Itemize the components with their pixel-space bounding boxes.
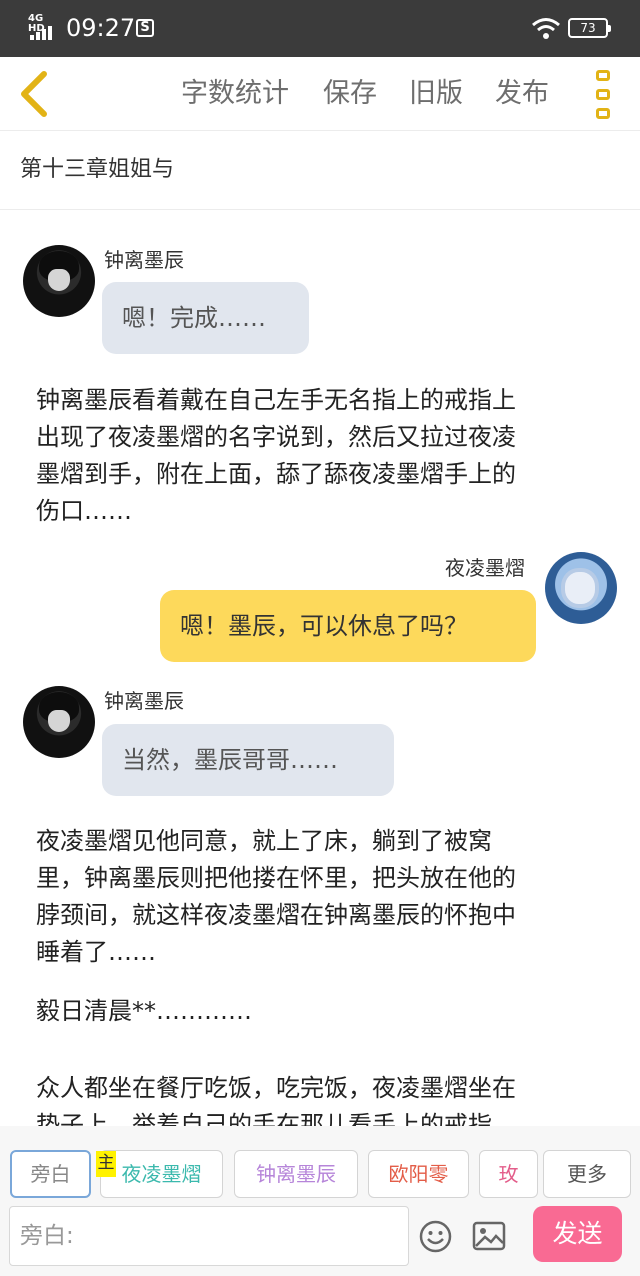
avatar[interactable] <box>545 552 617 624</box>
signal-icon: 4G HD <box>28 14 60 42</box>
emoji-icon[interactable] <box>419 1220 452 1253</box>
narration-line: 钟离墨辰看着戴在自己左手无名指上的戒指上 <box>36 386 516 414</box>
s-icon: S <box>136 19 154 37</box>
image-icon[interactable] <box>472 1221 506 1251</box>
chat-bubble[interactable]: 嗯！完成…… <box>102 282 309 354</box>
narration-block[interactable]: 钟离墨辰看着戴在自己左手无名指上的戒指上 出现了夜凌墨熠的名字说到，然后又拉过夜… <box>36 382 612 530</box>
avatar[interactable] <box>23 686 95 758</box>
wifi-icon <box>532 18 560 39</box>
narration-line: 里，钟离墨辰则把他搂在怀里，把头放在他的 <box>36 864 516 892</box>
narration-block[interactable]: 夜凌墨熠见他同意，就上了床，躺到了被窝 里，钟离墨辰则把他搂在怀里，把头放在他的… <box>36 823 612 971</box>
word-count-button[interactable]: 字数统计 <box>181 75 289 113</box>
status-bar: 4G HD 09:27 S 73 <box>0 0 640 57</box>
avatar[interactable] <box>23 245 95 317</box>
speaker-name: 夜凌墨熠 <box>445 556 525 580</box>
narration-line: 伤口…… <box>36 497 132 525</box>
input-bar: 发送 <box>0 1206 640 1276</box>
editor-toolbar: 字数统计 保存 旧版 发布 <box>0 57 640 131</box>
status-time: 09:27 <box>66 14 136 42</box>
role-narration-button[interactable]: 旁白 <box>10 1150 91 1198</box>
save-button[interactable]: 保存 <box>323 75 377 113</box>
old-version-button[interactable]: 旧版 <box>409 75 463 113</box>
narration-line: 夜凌墨熠见他同意，就上了床，躺到了被窝 <box>36 827 492 855</box>
narration-line: 毅日清晨**………… <box>36 997 252 1025</box>
battery-level: 73 <box>580 21 596 35</box>
chapter-title[interactable]: 第十三章姐姐与 <box>20 155 174 185</box>
chat-bubble[interactable]: 嗯！墨辰，可以休息了吗？ <box>160 590 536 662</box>
role-yeling-moyi-button[interactable]: 夜凌墨熠 <box>100 1150 223 1198</box>
speaker-name: 钟离墨辰 <box>104 689 184 713</box>
main-character-badge: 主 <box>96 1151 116 1177</box>
chapter-header: 第十三章姐姐与 <box>0 131 640 210</box>
narration-line: 脖颈间，就这样夜凌墨熠在钟离墨辰的怀抱中 <box>36 901 516 929</box>
narration-line: 睡着了…… <box>36 938 156 966</box>
role-zhongli-mochen-button[interactable]: 钟离墨辰 <box>234 1150 358 1198</box>
chat-bubble[interactable]: 当然，墨辰哥哥…… <box>102 724 394 796</box>
narration-block[interactable]: 毅日清晨**………… <box>36 993 612 1030</box>
speaker-name: 钟离墨辰 <box>104 248 184 272</box>
more-roles-button[interactable]: 更多 <box>543 1150 631 1198</box>
narration-block[interactable]: 众人都坐在餐厅吃饭，吃完饭，夜凌墨熠坐在 垫子上，举着自己的手在那儿看手上的戒指 <box>36 1070 612 1126</box>
more-vertical-icon[interactable] <box>594 70 616 120</box>
chevron-left-icon[interactable] <box>14 69 54 119</box>
narration-line: 墨熠到手，附在上面，舔了舔夜凌墨熠手上的 <box>36 460 516 488</box>
story-content: 钟离墨辰 嗯！完成…… 钟离墨辰看着戴在自己左手无名指上的戒指上 出现了夜凌墨熠… <box>0 210 640 1126</box>
narration-line: 众人都坐在餐厅吃饭，吃完饭，夜凌墨熠坐在 <box>36 1074 516 1102</box>
send-button[interactable]: 发送 <box>533 1206 622 1262</box>
message-input[interactable] <box>9 1206 409 1266</box>
role-ouyang-ling-button[interactable]: 欧阳零 <box>368 1150 469 1198</box>
battery-indicator: 73 <box>568 18 611 38</box>
narration-line: 出现了夜凌墨熠的名字说到，然后又拉过夜凌 <box>36 423 516 451</box>
publish-button[interactable]: 发布 <box>495 75 549 113</box>
narration-line: 垫子上，举着自己的手在那儿看手上的戒指 <box>36 1111 492 1126</box>
role-mei-button[interactable]: 玫 <box>479 1150 538 1198</box>
